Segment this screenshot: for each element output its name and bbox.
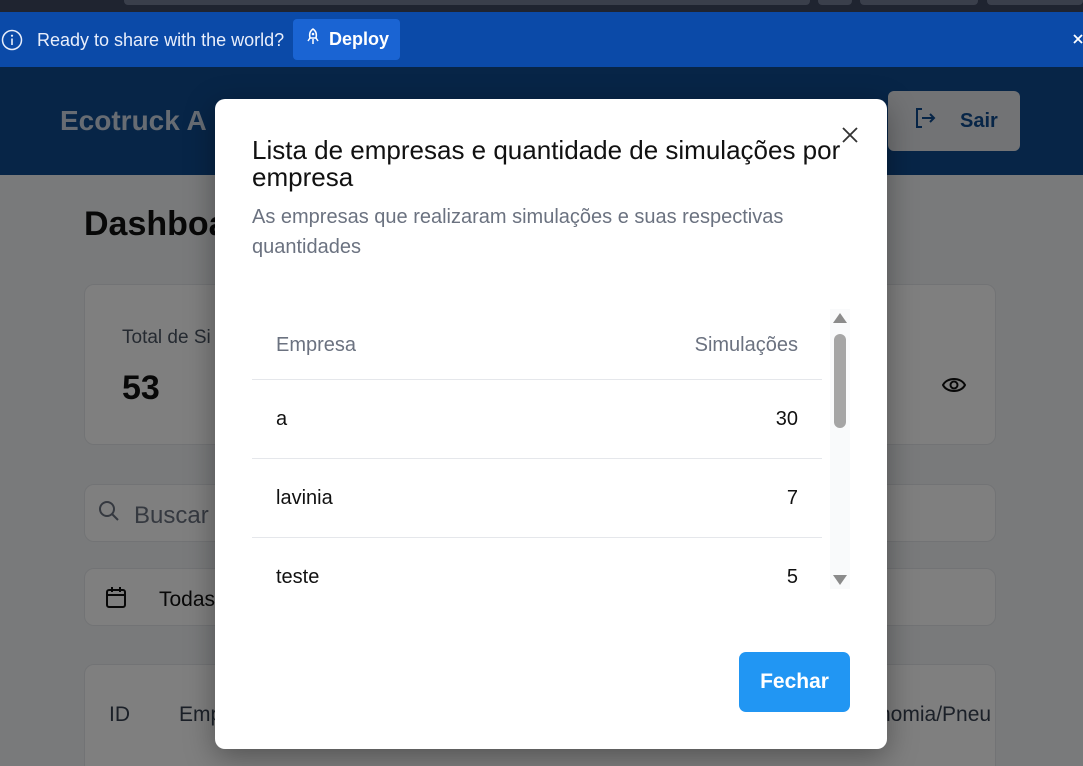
deploy-label: Deploy (328, 29, 389, 49)
list-header: Empresa Simulações (252, 309, 822, 380)
company-name: teste (276, 566, 320, 588)
column-header-simulacoes: Simulações (694, 334, 798, 356)
address-bar[interactable] (124, 0, 810, 5)
company-name: a (276, 408, 288, 430)
modal-description: As empresas que realizaram simulações e … (252, 206, 784, 258)
close-button[interactable]: Fechar (739, 652, 850, 712)
toolbar-button[interactable] (987, 0, 1083, 5)
scroll-up-icon[interactable] (833, 313, 847, 323)
company-name: lavinia (276, 487, 333, 509)
scroll-thumb[interactable] (834, 334, 846, 428)
banner-text: Ready to share with the world? (37, 30, 285, 50)
scroll-down-icon[interactable] (833, 575, 847, 585)
companies-modal: Lista de empresas e quantidade de simula… (215, 99, 887, 749)
toolbar-button[interactable] (860, 0, 978, 5)
modal-title: Lista de empresas e quantidade de simula… (252, 135, 841, 192)
column-header-empresa: Empresa (276, 334, 357, 356)
simulation-count: 30 (775, 408, 798, 430)
browser-tab-strip (0, 0, 1083, 12)
list-scrollbar[interactable] (830, 309, 850, 589)
table-row: lavinia 7 (252, 459, 822, 538)
close-icon[interactable] (1070, 29, 1083, 51)
companies-list: Empresa Simulações a 30 lavinia 7 teste … (252, 309, 850, 589)
rocket-icon (304, 28, 322, 51)
info-icon (1, 29, 23, 51)
simulation-count: 7 (786, 487, 798, 509)
deploy-banner: Ready to share with the world? Deploy (0, 12, 1083, 67)
deploy-button[interactable]: Deploy (293, 19, 400, 60)
simulation-count: 5 (786, 566, 798, 588)
table-row: a 30 (252, 380, 822, 459)
table-row: teste 5 (252, 538, 822, 589)
toolbar-button[interactable] (818, 0, 852, 5)
